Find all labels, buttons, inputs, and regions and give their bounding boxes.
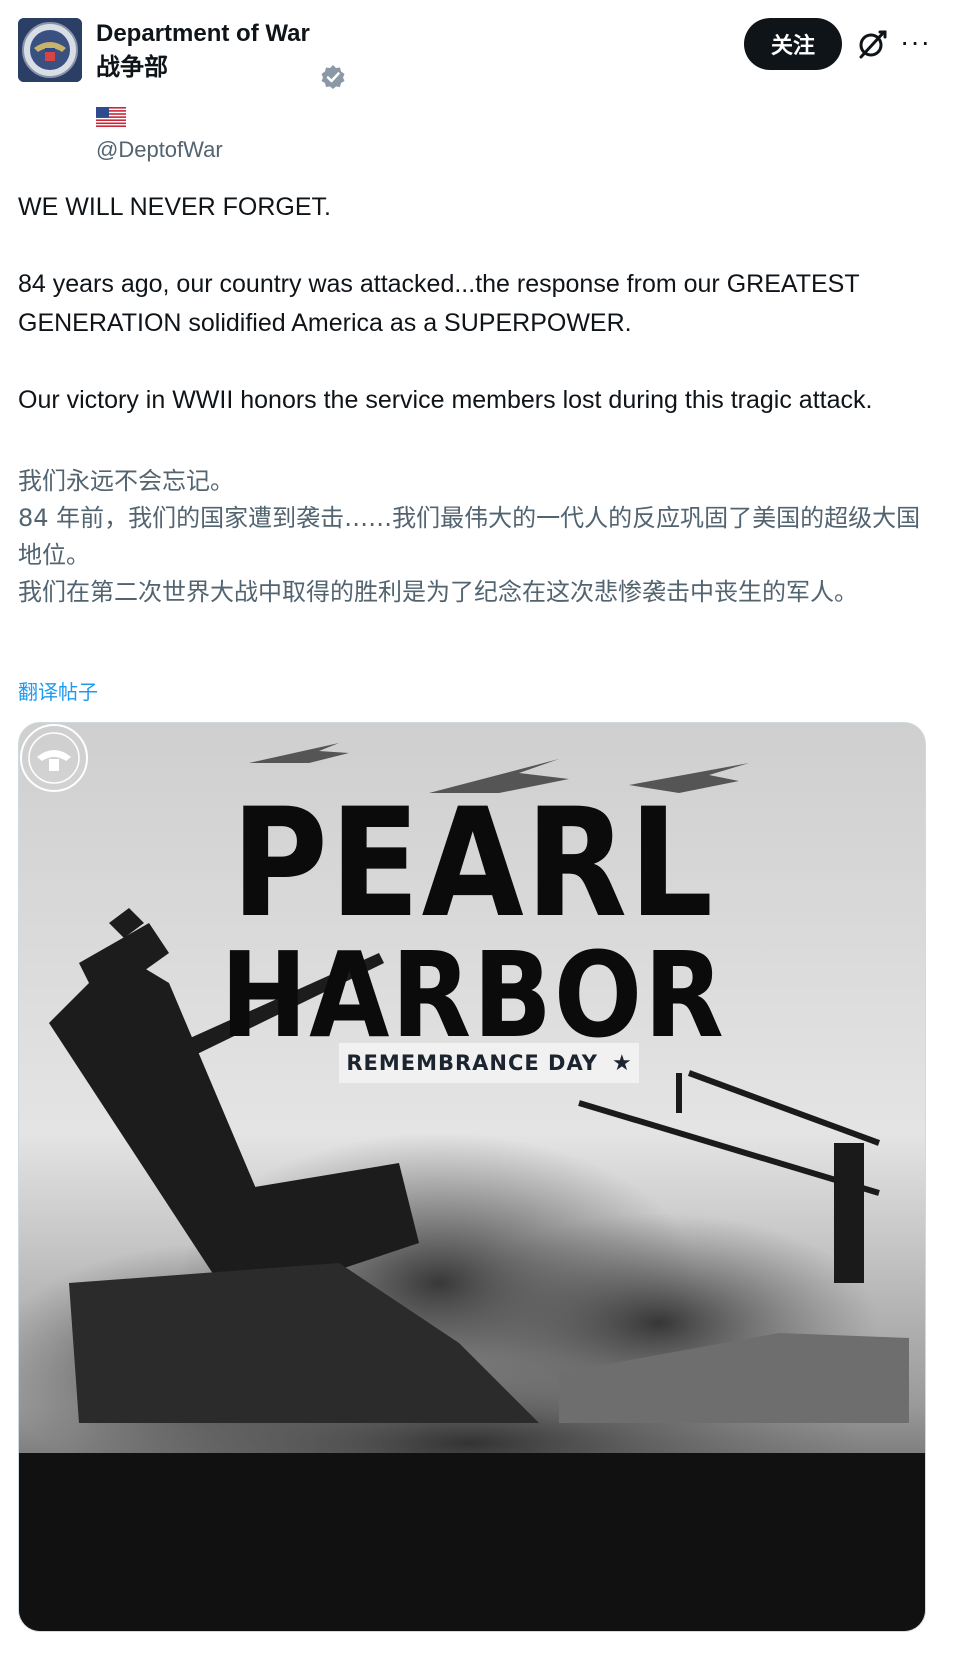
translation-line: 我们永远不会忘记。 bbox=[18, 467, 234, 495]
post-header: Department of War 战争部 @DeptofWar 关注 ··· bbox=[0, 0, 960, 175]
post-paragraph: 84 years ago, our country was attacked..… bbox=[18, 270, 860, 337]
account-handle[interactable]: @DeptofWar bbox=[96, 137, 223, 163]
post-text: WE WILL NEVER FORGET. 84 years ago, our … bbox=[18, 188, 938, 419]
more-options-icon[interactable]: ··· bbox=[900, 28, 932, 58]
account-avatar[interactable] bbox=[18, 18, 82, 82]
post-image[interactable]: PEARL HARBOR REMEMBRANCE DAY ★ bbox=[18, 722, 926, 1632]
follow-button[interactable]: 关注 bbox=[744, 18, 842, 70]
verified-badge-icon[interactable] bbox=[320, 64, 346, 90]
post-translation: 我们永远不会忘记。 84 年前，我们的国家遭到袭击……我们最伟大的一代人的反应巩… bbox=[18, 463, 938, 611]
star-icon: ★ bbox=[611, 1050, 632, 1075]
display-name[interactable]: Department of War bbox=[96, 18, 310, 50]
poster-subtitle-bar: REMEMBRANCE DAY ★ bbox=[339, 1043, 639, 1083]
account-names[interactable]: Department of War 战争部 bbox=[96, 18, 310, 84]
post-paragraph: Our victory in WWII honors the service m… bbox=[18, 385, 873, 414]
us-flag-icon bbox=[96, 107, 126, 127]
seal-avatar-icon bbox=[18, 18, 82, 82]
translate-post-link[interactable]: 翻译帖子 bbox=[18, 676, 98, 705]
post-paragraph: WE WILL NEVER FORGET. bbox=[18, 193, 332, 221]
translation-line: 我们在第二次世界大战中取得的胜利是为了纪念在这次悲惨袭击中丧生的军人。 bbox=[18, 578, 858, 606]
poster-title-line-1: PEARL bbox=[231, 777, 715, 951]
display-name-zh[interactable]: 战争部 bbox=[96, 50, 310, 84]
poster-subtitle: REMEMBRANCE DAY bbox=[346, 1051, 598, 1075]
poster-title-line-2: HARBOR bbox=[220, 926, 726, 1064]
department-seal-icon bbox=[20, 724, 88, 792]
grok-icon[interactable] bbox=[856, 28, 888, 60]
translation-line: 84 年前，我们的国家遭到袭击……我们最伟大的一代人的反应巩固了美国的超级大国地… bbox=[18, 504, 921, 569]
